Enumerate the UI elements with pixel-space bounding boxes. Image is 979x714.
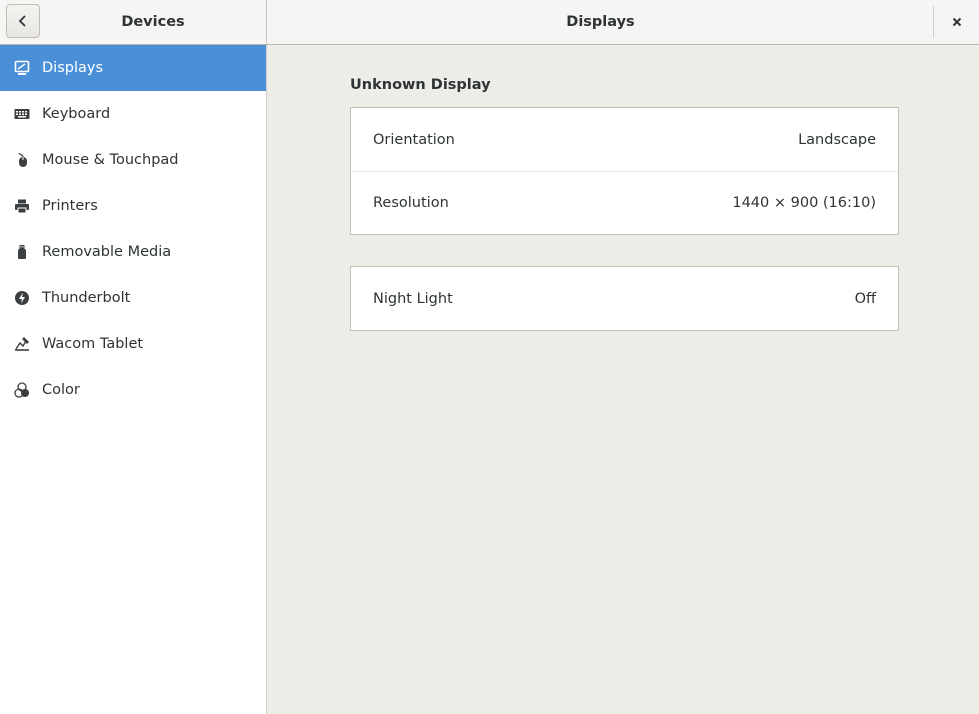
mouse-icon — [14, 152, 30, 168]
night-light-value: Off — [854, 290, 876, 307]
sidebar-item-color[interactable]: Color — [0, 367, 266, 413]
usb-drive-icon — [14, 244, 30, 260]
sidebar-title: Devices — [121, 14, 185, 30]
sidebar-item-label: Mouse & Touchpad — [42, 152, 179, 168]
sidebar-item-removable-media[interactable]: Removable Media — [0, 229, 266, 275]
color-icon — [14, 382, 30, 398]
sidebar-item-label: Displays — [42, 60, 104, 76]
sidebar-item-label: Color — [42, 382, 80, 398]
sidebar-item-mouse-touchpad[interactable]: Mouse & Touchpad — [0, 137, 266, 183]
sidebar-item-printers[interactable]: Printers — [0, 183, 266, 229]
night-light-frame: Night Light Off — [350, 266, 899, 331]
chevron-left-icon — [18, 15, 26, 27]
back-button[interactable] — [6, 4, 40, 38]
sidebar-item-label: Wacom Tablet — [42, 336, 144, 352]
tablet-icon — [14, 336, 30, 352]
sidebar-item-keyboard[interactable]: Keyboard — [0, 91, 266, 137]
orientation-value: Landscape — [798, 131, 876, 148]
sidebar-item-label: Removable Media — [42, 244, 172, 260]
sidebar-item-label: Thunderbolt — [42, 290, 131, 306]
resolution-value: 1440 × 900 (16:10) — [732, 195, 876, 211]
keyboard-icon — [14, 106, 30, 122]
close-button[interactable] — [934, 0, 979, 44]
resolution-row[interactable]: Resolution 1440 × 900 (16:10) — [351, 171, 898, 234]
close-icon — [952, 17, 961, 27]
sidebar-item-label: Keyboard — [42, 106, 111, 122]
page-title: Displays — [566, 14, 635, 30]
display-settings-frame: Orientation Landscape Resolution 1440 × … — [350, 107, 899, 235]
night-light-label: Night Light — [373, 290, 453, 307]
printer-icon — [14, 198, 30, 214]
display-icon — [14, 60, 30, 76]
sidebar-item-displays[interactable]: Displays — [0, 45, 266, 91]
orientation-label: Orientation — [373, 131, 455, 148]
displays-panel: Unknown Display Orientation Landscape Re… — [268, 45, 979, 714]
sidebar-item-wacom-tablet[interactable]: Wacom Tablet — [0, 321, 266, 367]
display-name-heading: Unknown Display — [350, 77, 491, 93]
sidebar-header: Devices — [0, 0, 267, 44]
sidebar-item-label: Printers — [42, 198, 98, 214]
thunderbolt-icon — [14, 290, 30, 306]
night-light-row[interactable]: Night Light Off — [351, 267, 898, 330]
header-bar: Devices Displays — [0, 0, 979, 45]
orientation-row[interactable]: Orientation Landscape — [351, 108, 898, 171]
sidebar: Displays Keyboard Mouse & Touchpad Print… — [0, 45, 267, 714]
sidebar-item-thunderbolt[interactable]: Thunderbolt — [0, 275, 266, 321]
resolution-label: Resolution — [373, 195, 449, 211]
